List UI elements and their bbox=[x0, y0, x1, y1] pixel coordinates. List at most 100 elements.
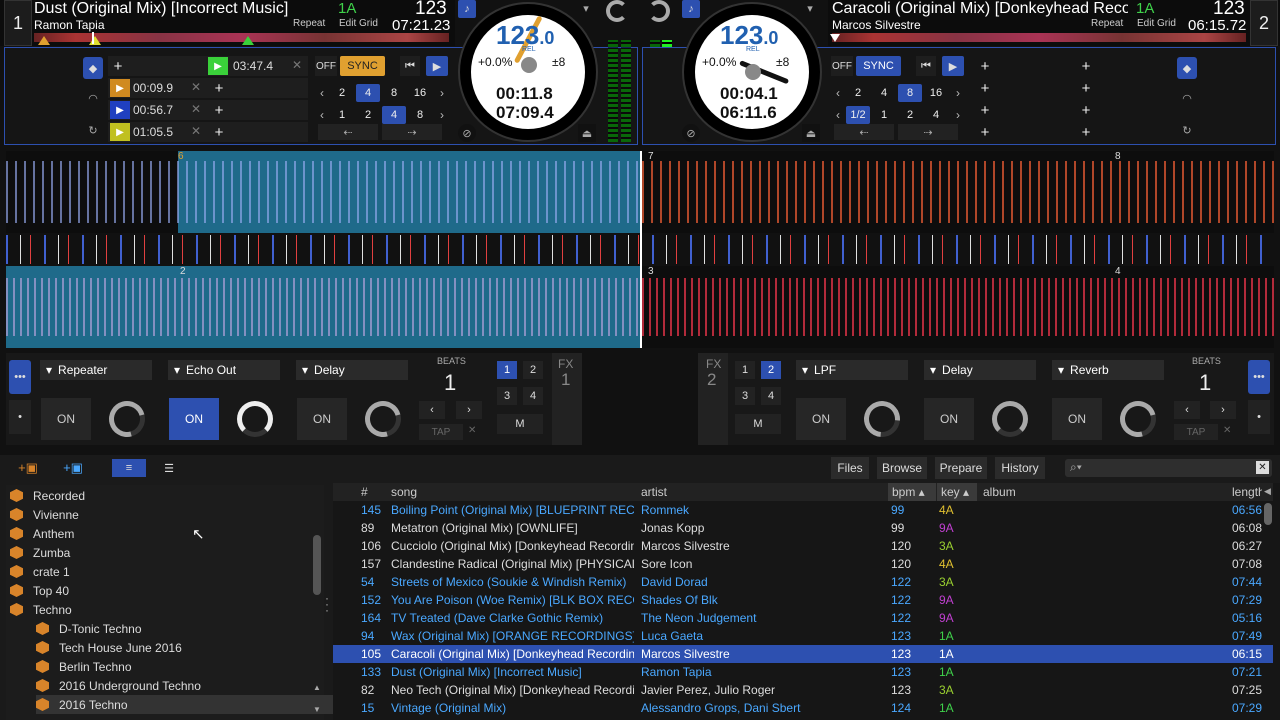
deck2-play-button[interactable]: ▶ bbox=[942, 56, 964, 76]
deck2-eject-icon[interactable]: ⏏ bbox=[802, 124, 820, 142]
crate-item[interactable]: Zumba bbox=[10, 543, 310, 562]
deck2-sync-loop-icon[interactable]: ↻ bbox=[1177, 120, 1197, 140]
fx2-tap-close-icon[interactable]: ✕ bbox=[1223, 425, 1231, 436]
crate-item[interactable]: Top 40 bbox=[10, 581, 310, 600]
fx1-slot-2-dropdown[interactable]: ▾ Echo Out bbox=[168, 360, 280, 380]
deck1-cue-1-button[interactable]: ▶ bbox=[110, 79, 130, 97]
deck2-cue-add-button[interactable]: + bbox=[976, 79, 994, 97]
crate-item[interactable]: Tech House June 2016 bbox=[36, 638, 336, 657]
table-row[interactable]: 89 Metatron (Original Mix) [OWNLIFE] Jonas… bbox=[333, 519, 1273, 537]
deck1-cue-3-button[interactable]: ▶ bbox=[110, 123, 130, 141]
col-album[interactable]: album bbox=[983, 485, 1016, 499]
tree-scrollbar[interactable] bbox=[313, 535, 321, 595]
col-key[interactable]: key ▴ bbox=[937, 483, 977, 501]
deck2-loop-size[interactable]: 8 bbox=[898, 84, 922, 102]
deck1-bottom-waveform[interactable] bbox=[6, 266, 640, 348]
search-clear-icon[interactable]: ✕ bbox=[1256, 461, 1269, 474]
deck1-sync-off-button[interactable]: OFF bbox=[315, 56, 337, 76]
fx2-slot-2-dropdown[interactable]: ▾ Delay bbox=[924, 360, 1036, 380]
deck2-roll-size[interactable]: 1 bbox=[872, 106, 896, 124]
fx2-slot-select[interactable]: 2 bbox=[761, 361, 781, 379]
fx2-beats-down-icon[interactable]: ‹ bbox=[1174, 401, 1200, 419]
deck1-roll-size[interactable]: 4 bbox=[382, 106, 406, 124]
deck1-loop-close-icon[interactable]: ✕ bbox=[292, 58, 302, 72]
deck1-headphone-icon[interactable]: ◠ bbox=[83, 88, 103, 108]
deck2-roll-size[interactable]: 1/2 bbox=[846, 106, 870, 124]
view-waveform-list-button[interactable]: ≡ bbox=[112, 459, 146, 477]
deck1-cue-back-button[interactable]: ⏮ bbox=[400, 56, 420, 76]
crate-item[interactable]: 2016 Underground Techno bbox=[36, 676, 336, 695]
deck1-cue-add-button[interactable]: + bbox=[210, 79, 228, 97]
deck1-roll-size[interactable]: 2 bbox=[356, 106, 380, 124]
col-song[interactable]: song bbox=[391, 485, 417, 499]
deck2-sync-off-button[interactable]: OFF bbox=[831, 56, 853, 76]
fx2-slot-3-on-button[interactable]: ON bbox=[1052, 398, 1102, 440]
fx2-slot-2-on-button[interactable]: ON bbox=[924, 398, 974, 440]
deck1-loop-prev-icon[interactable]: ‹ bbox=[317, 84, 327, 102]
fx2-slot-select[interactable]: 3 bbox=[735, 387, 755, 405]
table-row[interactable]: 157 Clandestine Radical (Original Mix) [P… bbox=[333, 555, 1273, 573]
table-row[interactable]: 94 Wax (Original Mix) [ORANGE RECORDINGS]… bbox=[333, 627, 1273, 645]
fx2-slot-1-dropdown[interactable]: ▾ LPF bbox=[796, 360, 908, 380]
fx1-tap-close-icon[interactable]: ✕ bbox=[468, 425, 476, 436]
fx1-m-button[interactable]: M bbox=[497, 414, 543, 434]
deck2-roll-prev-icon[interactable]: ‹ bbox=[833, 106, 843, 124]
fx2-dot-button[interactable]: • bbox=[1248, 400, 1270, 434]
deck1-cue-3-close-icon[interactable]: ✕ bbox=[191, 124, 201, 138]
deck2-loop-size[interactable]: 16 bbox=[924, 84, 948, 102]
col-num[interactable]: # bbox=[361, 485, 368, 499]
fx1-slot-1-dropdown[interactable]: ▾ Repeater bbox=[40, 360, 152, 380]
deck2-add-loop-button[interactable]: + bbox=[1077, 57, 1095, 75]
tab-history[interactable]: History bbox=[995, 457, 1045, 479]
deck1-cue-2-close-icon[interactable]: ✕ bbox=[191, 102, 201, 116]
deck1-roll-prev-icon[interactable]: ‹ bbox=[317, 106, 327, 124]
deck1-cue-add-button[interactable]: + bbox=[210, 123, 228, 141]
deck2-top-waveform[interactable] bbox=[642, 151, 1274, 233]
fx1-slot-1-on-button[interactable]: ON bbox=[41, 398, 91, 440]
deck1-sync-loop-icon[interactable]: ↻ bbox=[83, 120, 103, 140]
fx2-slot-2-knob[interactable] bbox=[992, 401, 1028, 437]
deck2-key-icon[interactable]: ♪ bbox=[682, 0, 700, 18]
fx1-slot-3-on-button[interactable]: ON bbox=[297, 398, 347, 440]
deck2-shield-icon[interactable]: ◆ bbox=[1177, 57, 1197, 79]
crate-item[interactable]: D-Tonic Techno bbox=[36, 619, 336, 638]
deck1-loop-next-icon[interactable]: › bbox=[437, 84, 447, 102]
deck1-sync-button[interactable]: SYNC bbox=[340, 56, 385, 76]
table-row[interactable]: 164 TV Treated (Dave Clarke Gothic Remix)… bbox=[333, 609, 1273, 627]
fx2-slot-3-dropdown[interactable]: ▾ Reverb bbox=[1052, 360, 1164, 380]
deck2-headphone-icon[interactable]: ◠ bbox=[1177, 88, 1197, 108]
fx1-dot-button[interactable]: • bbox=[9, 400, 31, 434]
fx1-slot-select[interactable]: 4 bbox=[523, 387, 543, 405]
crate-item[interactable]: Techno bbox=[10, 600, 310, 619]
deck2-beatjump-forward-button[interactable]: ⇢ bbox=[898, 124, 958, 140]
table-row[interactable]: 105 Caracoli (Original Mix) [Donkeyhead R… bbox=[333, 645, 1273, 663]
deck2-cue-back-button[interactable]: ⏮ bbox=[916, 56, 936, 76]
deck1-edit-grid[interactable]: Edit Grid bbox=[339, 18, 378, 29]
deck2-jog-wheel[interactable]: 123.0 REL +0.0% ±8 00:04.1 06:11.6 bbox=[682, 2, 822, 142]
search-field[interactable] bbox=[1065, 459, 1272, 477]
deck1-loop-play-button[interactable]: ▶ bbox=[208, 57, 228, 75]
tree-scroll-down-icon[interactable]: ▼ bbox=[313, 705, 321, 714]
deck1-jog-wheel[interactable]: 123.0 REL +0.0% ±8 00:11.8 07:09.4 bbox=[458, 2, 598, 142]
deck2-slip-icon[interactable]: ⊘ bbox=[682, 124, 700, 142]
deck2-loop-next-icon[interactable]: › bbox=[953, 84, 963, 102]
deck2-cue-add-button[interactable]: + bbox=[976, 123, 994, 141]
deck1-cue-2-button[interactable]: ▶ bbox=[110, 101, 130, 119]
fx2-beats-up-icon[interactable]: › bbox=[1210, 401, 1236, 419]
deck2-add-loop-button[interactable]: + bbox=[976, 57, 994, 75]
add-crate-button[interactable]: +▣ bbox=[10, 459, 46, 477]
fx2-more-icon[interactable]: ••• bbox=[1248, 360, 1270, 394]
table-row[interactable]: 152 You Are Poison (Woe Remix) [BLK BOX R… bbox=[333, 591, 1273, 609]
fx2-slot-select[interactable]: 4 bbox=[761, 387, 781, 405]
fx1-slot-select[interactable]: 3 bbox=[497, 387, 517, 405]
tree-scroll-up-icon[interactable]: ▲ bbox=[313, 683, 321, 692]
table-scroll-left-icon[interactable]: ◀ bbox=[1264, 486, 1271, 497]
deck2-roll-size[interactable]: 4 bbox=[924, 106, 948, 124]
table-row[interactable]: 145 Boiling Point (Original Mix) [BLUEPRI… bbox=[333, 501, 1273, 519]
deck2-cue-add-button[interactable]: + bbox=[1077, 101, 1095, 119]
add-smart-crate-button[interactable]: +▣ bbox=[55, 459, 91, 477]
deck1-add-loop-button[interactable]: + bbox=[109, 57, 127, 75]
fx1-more-icon[interactable]: ••• bbox=[9, 360, 31, 394]
deck2-menu-chevron-icon[interactable]: ▾ bbox=[802, 0, 818, 16]
crate-item[interactable]: Recorded bbox=[10, 486, 310, 505]
